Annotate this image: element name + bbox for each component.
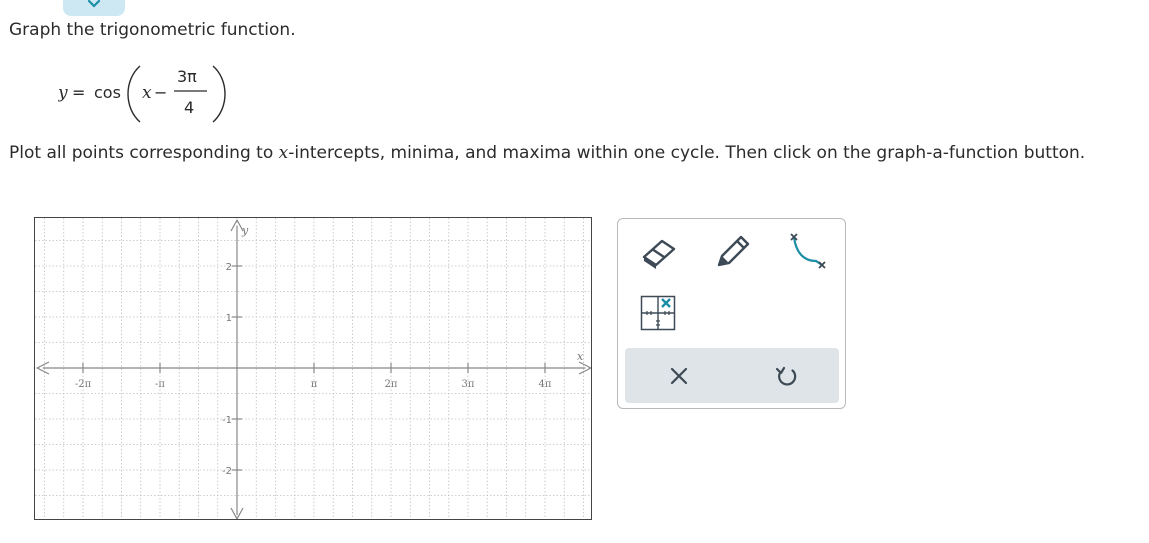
undo-button[interactable] <box>772 362 800 390</box>
x-axis-label: x <box>577 350 584 363</box>
x-tick-label: 4π <box>539 379 552 390</box>
graph-toolbox <box>617 218 846 409</box>
y-tick-label: -2 <box>222 466 232 477</box>
x-tick-label: 3π <box>462 379 475 390</box>
eraser-tool[interactable] <box>638 235 678 271</box>
eq-equals: = <box>72 83 85 102</box>
eq-numerator: 3π <box>177 67 197 86</box>
x-tick-label: -π <box>155 379 165 390</box>
graph-settings-tool[interactable] <box>640 295 676 331</box>
y-tick-label: 1 <box>226 313 232 324</box>
eraser-icon <box>642 239 676 269</box>
eq-lhs: y <box>58 83 68 103</box>
plot-instruction-part1: Plot all points corresponding to <box>9 143 279 163</box>
action-bar <box>625 348 839 403</box>
x-tick-label: 2π <box>385 379 398 390</box>
left-paren <box>127 65 141 123</box>
pencil-icon <box>717 235 750 267</box>
graph-canvas[interactable]: -2π -π π 2π 3π 4π 2 1 -1 -2 x y <box>34 217 592 520</box>
plot-instruction: Plot all points corresponding to x-inter… <box>9 143 1085 163</box>
y-tick-label: -1 <box>222 415 232 426</box>
eq-var: x <box>142 83 152 103</box>
clear-button[interactable] <box>665 362 693 390</box>
instruction-text: Graph the trigonometric function. <box>9 20 296 40</box>
eq-minus: − <box>154 83 167 102</box>
curve-icon <box>790 233 826 269</box>
right-paren <box>212 65 226 123</box>
pencil-tool[interactable] <box>713 233 753 271</box>
collapse-tab[interactable] <box>63 0 125 16</box>
grid-icon <box>640 295 676 331</box>
y-tick-label: 2 <box>226 262 232 273</box>
x-icon <box>670 367 688 385</box>
eq-func: cos <box>94 83 121 102</box>
plot-instruction-var: x <box>278 143 289 163</box>
y-axis-label: y <box>241 224 249 237</box>
plot-instruction-part2: -intercepts, minima, and maxima within o… <box>288 143 1086 163</box>
x-tick-label: -2π <box>75 379 92 390</box>
eq-denominator: 4 <box>184 98 194 117</box>
graph-a-function-tool[interactable] <box>786 231 830 271</box>
x-tick-label: π <box>311 379 318 390</box>
undo-icon <box>775 366 797 386</box>
chevron-down-icon <box>87 0 101 8</box>
equation: y = cos x − 3π 4 <box>58 65 226 123</box>
